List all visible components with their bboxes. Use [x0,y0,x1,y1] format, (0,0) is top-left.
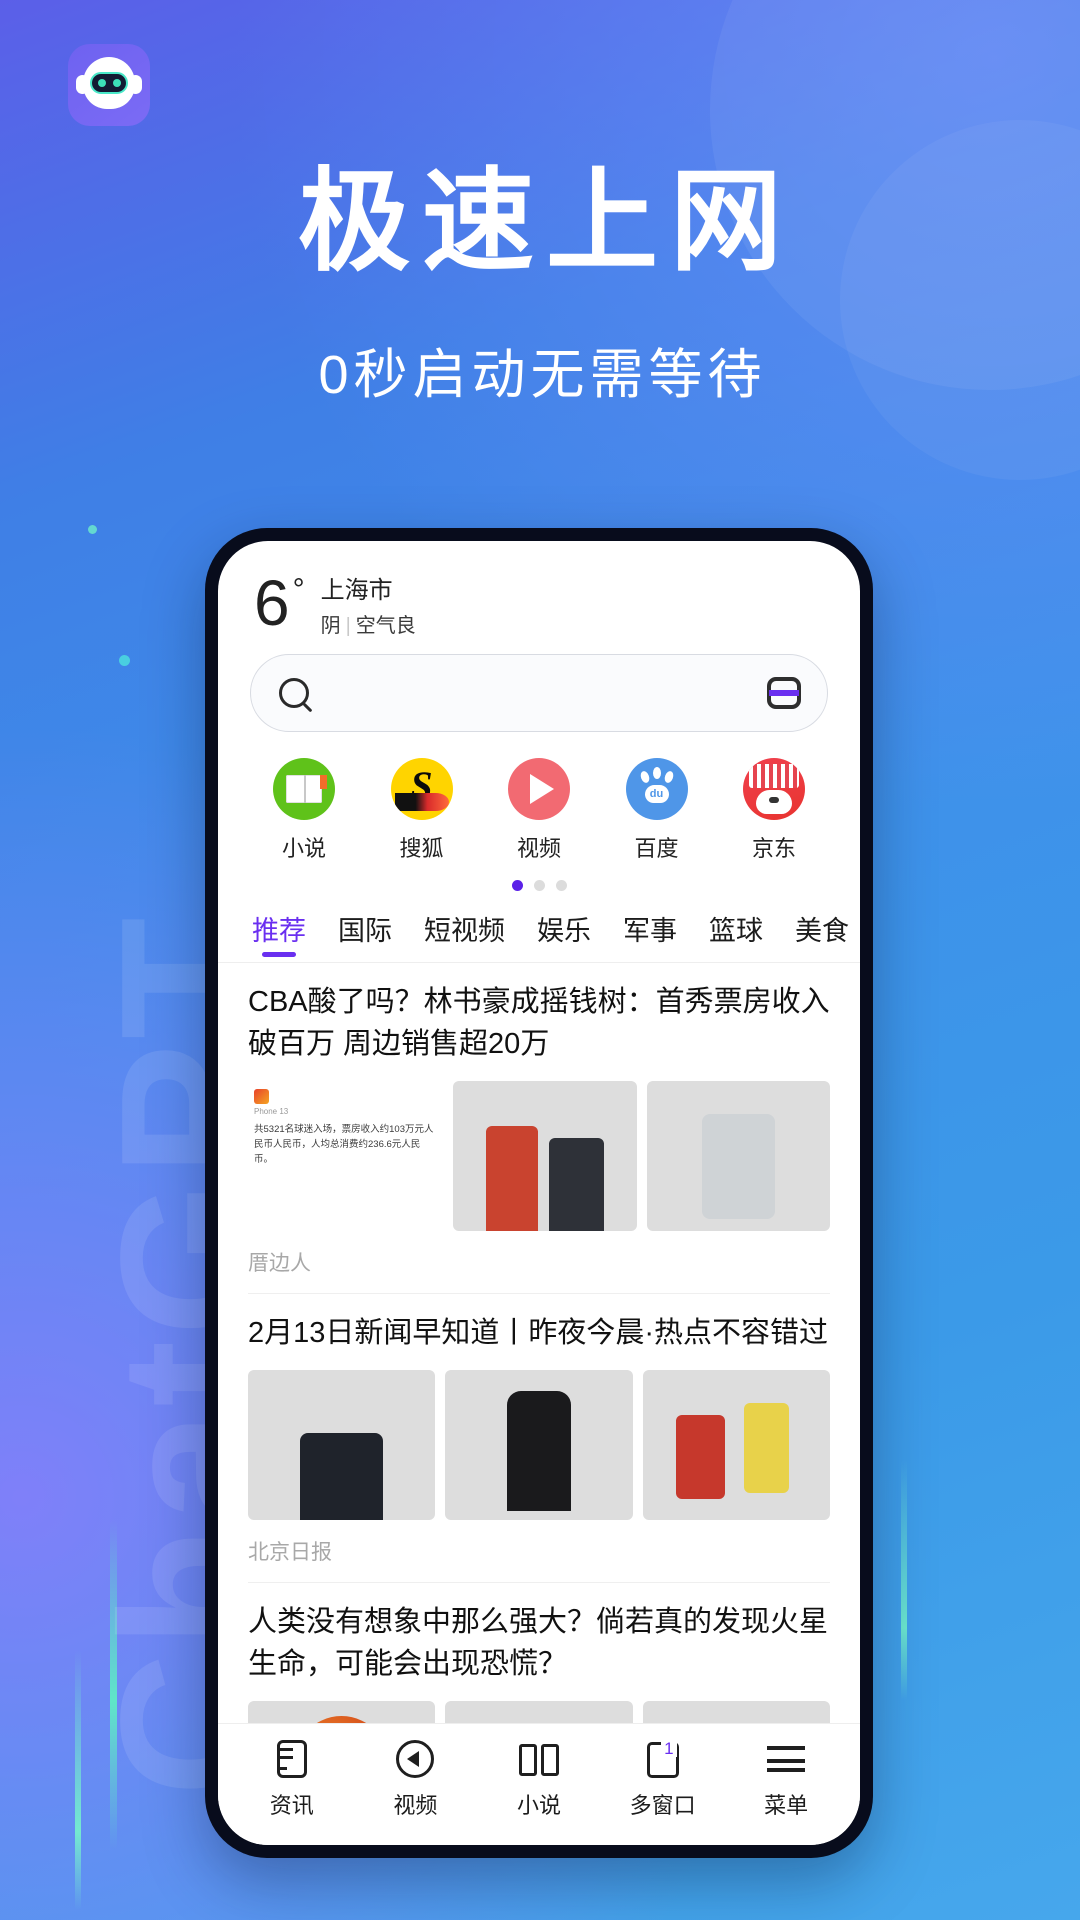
article-source: 北京日报 [248,1520,830,1584]
article-item[interactable]: 2月13日新闻早知道丨昨夜今晨·热点不容错过 北京日报 [218,1294,860,1584]
condition-separator: | [345,615,351,637]
shortcut-video[interactable]: 视频 [493,758,585,863]
decorative-streak [901,1460,907,1700]
condition-text: 阴 [320,615,341,637]
search-icon[interactable] [279,678,309,708]
multi-window-icon[interactable] [767,677,801,709]
bottom-navigation: 资讯 视频 小说 1 多窗口 菜单 [218,1723,860,1845]
article-images [248,1370,830,1521]
tab-international[interactable]: 国际 [338,909,392,962]
decorative-dot [119,655,130,666]
article-image [445,1701,633,1723]
shortcut-jd[interactable]: 京东 [728,758,820,863]
article-title: 人类没有想象中那么强大？倘若真的发现火星生命，可能会出现恐慌？ [248,1606,829,1681]
air-quality-text: 空气良 [355,615,416,637]
article-source: 厝边人 [248,1231,830,1295]
article-title: CBA酸了吗？林书豪成摇钱树：首秀票房收入破百万 周边销售超20万 [248,986,830,1061]
article-image [248,1701,436,1723]
nav-item-multiwindow[interactable]: 1 多窗口 [608,1739,718,1820]
page-dot[interactable] [533,880,545,891]
tab-entertainment[interactable]: 娱乐 [537,909,591,962]
shortcut-label: 百度 [634,836,679,861]
nav-item-video[interactable]: 视频 [360,1739,470,1820]
card-text: 共5321名球迷入场，票房收入约103万元人民币人民币，人均总消费约236.6元… [254,1124,434,1165]
nav-label: 菜单 [764,1792,809,1818]
article-item[interactable]: 人类没有想象中那么强大？倘若真的发现火星生命，可能会出现恐慌？ [218,1583,860,1723]
page-dot-active[interactable] [511,880,523,891]
tab-short-video[interactable]: 短视频 [424,909,505,962]
nav-label: 资讯 [269,1792,314,1818]
weather-condition: 阴 | 空气良 [321,609,416,638]
news-feed[interactable]: CBA酸了吗？林书豪成摇钱树：首秀票房收入破百万 周边销售超20万 Phone … [218,963,860,1723]
weather-widget[interactable]: 6 ° 上海市 阴 | 空气良 [218,541,860,648]
decorative-streak [110,1520,117,1850]
shortcut-label: 京东 [751,836,796,861]
article-image [453,1081,637,1232]
decorative-streak [75,1650,81,1910]
article-image [646,1081,830,1232]
video-back-icon [396,1739,435,1778]
news-icon [276,1739,307,1778]
shortcut-label: 搜狐 [399,836,444,861]
shortcut-baidu[interactable]: du 百度 [611,758,703,863]
nav-label: 小说 [516,1792,561,1818]
nav-label: 视频 [393,1792,438,1818]
phone-mockup: 6 ° 上海市 阴 | 空气良 小说 S 搜狐 视频 du 百度 京东 推荐 国… [205,528,873,1858]
shortcut-label: 小说 [281,836,326,861]
shortcut-sohu[interactable]: S 搜狐 [376,758,468,863]
tab-military[interactable]: 军事 [623,909,677,962]
shortcut-label: 视频 [516,836,561,861]
decorative-dot [88,525,97,534]
article-screenshot-card: Phone 13 共5321名球迷入场，票房收入约103万元人民币人民币，人均总… [248,1081,444,1232]
tab-basketball[interactable]: 篮球 [709,909,763,962]
window-count-badge: 1 [661,1739,677,1757]
nav-item-menu[interactable]: 菜单 [731,1740,841,1820]
temperature-value: 6 [254,566,290,639]
category-tabs: 推荐 国际 短视频 娱乐 军事 篮球 美食 十 [218,891,860,963]
article-item[interactable]: CBA酸了吗？林书豪成摇钱树：首秀票房收入破百万 周边销售超20万 Phone … [218,963,860,1295]
article-image [642,1370,830,1521]
phone-screen: 6 ° 上海市 阴 | 空气良 小说 S 搜狐 视频 du 百度 京东 推荐 国… [218,541,860,1845]
nav-label: 多窗口 [629,1792,696,1818]
baidu-icon: du [625,758,688,820]
hero-subtitle: 0秒启动无需等待 [318,345,767,405]
page-indicator [218,863,860,891]
page-dot[interactable] [555,880,567,891]
tab-food[interactable]: 美食 [795,909,849,962]
shortcuts-row: 小说 S 搜狐 视频 du 百度 京东 [218,732,860,863]
article-image [248,1370,436,1521]
article-image [642,1701,830,1723]
nav-item-news[interactable]: 资讯 [237,1739,347,1820]
nav-item-novel[interactable]: 小说 [484,1740,594,1820]
card-handle: Phone 13 [254,1107,289,1117]
video-icon [508,758,570,820]
jd-icon [743,758,805,820]
shortcut-novel[interactable]: 小说 [258,758,350,863]
avatar [254,1089,269,1105]
article-image [445,1370,633,1521]
article-images: Phone 13 共5321名球迷入场，票房收入约103万元人民币人民币，人均总… [248,1081,830,1232]
menu-icon [767,1745,806,1772]
novel-icon [273,758,335,820]
window-icon: 1 [646,1739,679,1778]
sohu-icon: S [390,758,453,820]
tab-recommend[interactable]: 推荐 [252,909,306,962]
weather-temperature: 6 ° [254,571,305,635]
app-logo [68,44,150,126]
hero-title: 极速上网 [298,159,794,284]
article-title: 2月13日新闻早知道丨昨夜今晨·热点不容错过 [248,1317,829,1350]
book-icon [518,1743,559,1776]
search-bar[interactable] [250,654,828,732]
robot-icon [76,57,142,113]
article-images [248,1701,830,1723]
weather-city: 上海市 [320,577,393,604]
degree-symbol: ° [292,572,305,606]
